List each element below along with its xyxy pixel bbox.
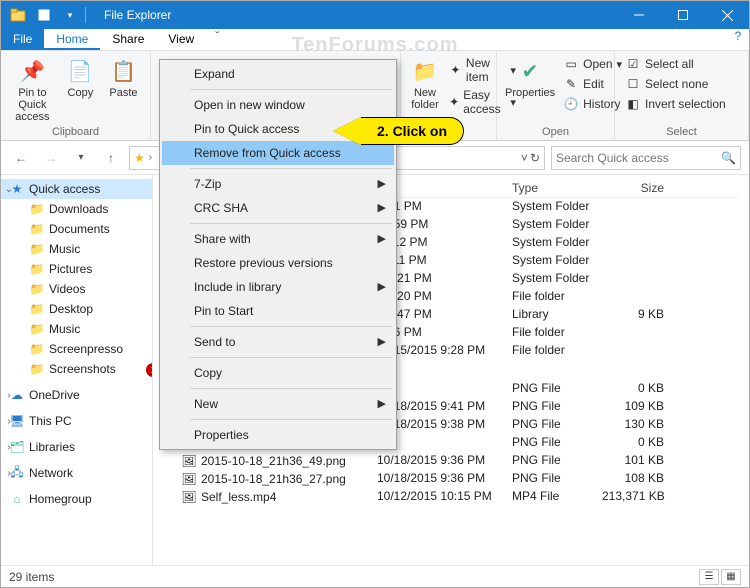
tree-item-music[interactable]: 📁Music [1, 239, 152, 259]
minimize-button[interactable] [617, 1, 661, 29]
qat-dropdown-icon[interactable]: ▾ [59, 4, 81, 26]
tree-item-downloads[interactable]: 📁Downloads [1, 199, 152, 219]
qat-properties-icon[interactable] [33, 4, 55, 26]
ctx-expand[interactable]: Expand [162, 62, 394, 86]
new-folder-button[interactable]: 📁New folder [409, 55, 441, 111]
properties-button[interactable]: ✔Properties [505, 55, 555, 99]
view-large-button[interactable]: ▦ [721, 569, 741, 585]
ctx-copy[interactable]: Copy [162, 361, 394, 385]
up-button[interactable]: ↑ [99, 146, 123, 170]
ctx-crc-sha[interactable]: CRC SHA▶ [162, 196, 394, 220]
window-title: File Explorer [104, 8, 171, 22]
copy-button[interactable]: 📄Copy [62, 55, 99, 99]
breadcrumb-chevron[interactable]: › [149, 152, 152, 163]
ribbon-tabs: File Home Share View ˇ ? [1, 29, 749, 51]
ctx-share-with[interactable]: Share with▶ [162, 227, 394, 251]
ctx-new[interactable]: New▶ [162, 392, 394, 416]
status-bar: 29 items ☰ ▦ [1, 565, 749, 587]
refresh-button[interactable]: ↻ [530, 151, 540, 165]
tab-share[interactable]: Share [100, 29, 156, 50]
view-details-button[interactable]: ☰ [699, 569, 719, 585]
tree-network[interactable]: ›🖧Network [1, 463, 152, 483]
close-button[interactable] [705, 1, 749, 29]
titlebar: ▾ File Explorer [1, 1, 749, 29]
tree-quick-access[interactable]: ⌄★Quick access [1, 179, 152, 199]
tree-homegroup[interactable]: ⌂Homegroup [1, 489, 152, 509]
ctx-properties[interactable]: Properties [162, 423, 394, 447]
submenu-arrow-icon: ▶ [378, 177, 386, 190]
annotation-marker-1: 1 [146, 363, 153, 377]
tree-item-screenshots[interactable]: 📁Screenshots1 [1, 359, 152, 379]
group-clipboard-label: Clipboard [9, 126, 142, 138]
explorer-icon [7, 4, 29, 26]
table-row[interactable]: 🖼Self_less.mp410/12/2015 10:15 PMMP4 Fil… [163, 488, 739, 506]
recent-locations-button[interactable]: ▾ [69, 146, 93, 170]
col-size[interactable]: Size [598, 181, 668, 195]
select-none-button[interactable]: ☐Select none [623, 75, 728, 93]
arrow-icon [333, 117, 361, 145]
ctx-restore-previous[interactable]: Restore previous versions [162, 251, 394, 275]
submenu-arrow-icon: ▶ [378, 201, 386, 214]
tree-item-documents[interactable]: 📁Documents [1, 219, 152, 239]
tab-view[interactable]: View [156, 29, 206, 50]
nav-tree[interactable]: ⌄★Quick access 📁Downloads 📁Documents 📁Mu… [1, 175, 153, 565]
tree-item-pictures[interactable]: 📁Pictures [1, 259, 152, 279]
col-type[interactable]: Type [508, 181, 598, 195]
ctx-7zip[interactable]: 7-Zip▶ [162, 172, 394, 196]
file-icon: 🖼 [181, 471, 197, 487]
ribbon-collapse-button[interactable]: ˇ [206, 29, 228, 50]
search-box[interactable]: Search Quick access 🔍 [551, 146, 741, 170]
tab-home[interactable]: Home [44, 29, 100, 50]
invert-selection-button[interactable]: ◧Invert selection [623, 95, 728, 113]
submenu-arrow-icon: ▶ [378, 232, 386, 245]
tree-this-pc[interactable]: ›🖥This PC [1, 411, 152, 431]
tree-item-desktop[interactable]: 📁Desktop [1, 299, 152, 319]
file-icon: 🖼 [181, 453, 197, 469]
submenu-arrow-icon: ▶ [378, 335, 386, 348]
submenu-arrow-icon: ▶ [378, 397, 386, 410]
back-button[interactable]: ← [9, 146, 33, 170]
item-count: 29 items [9, 570, 54, 584]
tab-file[interactable]: File [1, 29, 44, 50]
select-all-button[interactable]: ☑Select all [623, 55, 728, 73]
ctx-open-new-window[interactable]: Open in new window [162, 93, 394, 117]
address-dropdown[interactable]: ˅ [521, 151, 528, 165]
tree-item-videos[interactable]: 📁Videos [1, 279, 152, 299]
paste-button[interactable]: 📋Paste [105, 55, 142, 99]
callout-text: 2. Click on [361, 117, 464, 145]
help-button[interactable]: ? [727, 29, 749, 50]
submenu-arrow-icon: ▶ [378, 280, 386, 293]
tree-item-music-2[interactable]: 📁Music [1, 319, 152, 339]
quick-access-icon: ★ [134, 151, 145, 165]
annotation-callout: 2. Click on [333, 117, 464, 145]
tree-item-screenpresso[interactable]: 📁Screenpresso [1, 339, 152, 359]
search-placeholder: Search Quick access [556, 151, 721, 165]
table-row[interactable]: 🖼2015-10-18_21h36_49.png10/18/2015 9:36 … [163, 452, 739, 470]
search-icon[interactable]: 🔍 [721, 151, 736, 165]
table-row[interactable]: 🖼2015-10-18_21h36_27.png10/18/2015 9:36 … [163, 470, 739, 488]
group-select-label: Select [623, 126, 740, 138]
group-open-label: Open [505, 126, 606, 138]
pin-to-quick-access-button[interactable]: 📌Pin to Quick access [9, 55, 56, 123]
file-icon: 🖼 [181, 489, 197, 505]
tree-onedrive[interactable]: ›☁OneDrive [1, 385, 152, 405]
ctx-send-to[interactable]: Send to▶ [162, 330, 394, 354]
ctx-include-library[interactable]: Include in library▶ [162, 275, 394, 299]
tree-libraries[interactable]: ›🗂Libraries [1, 437, 152, 457]
ctx-pin-start[interactable]: Pin to Start [162, 299, 394, 323]
maximize-button[interactable] [661, 1, 705, 29]
forward-button[interactable]: → [39, 146, 63, 170]
